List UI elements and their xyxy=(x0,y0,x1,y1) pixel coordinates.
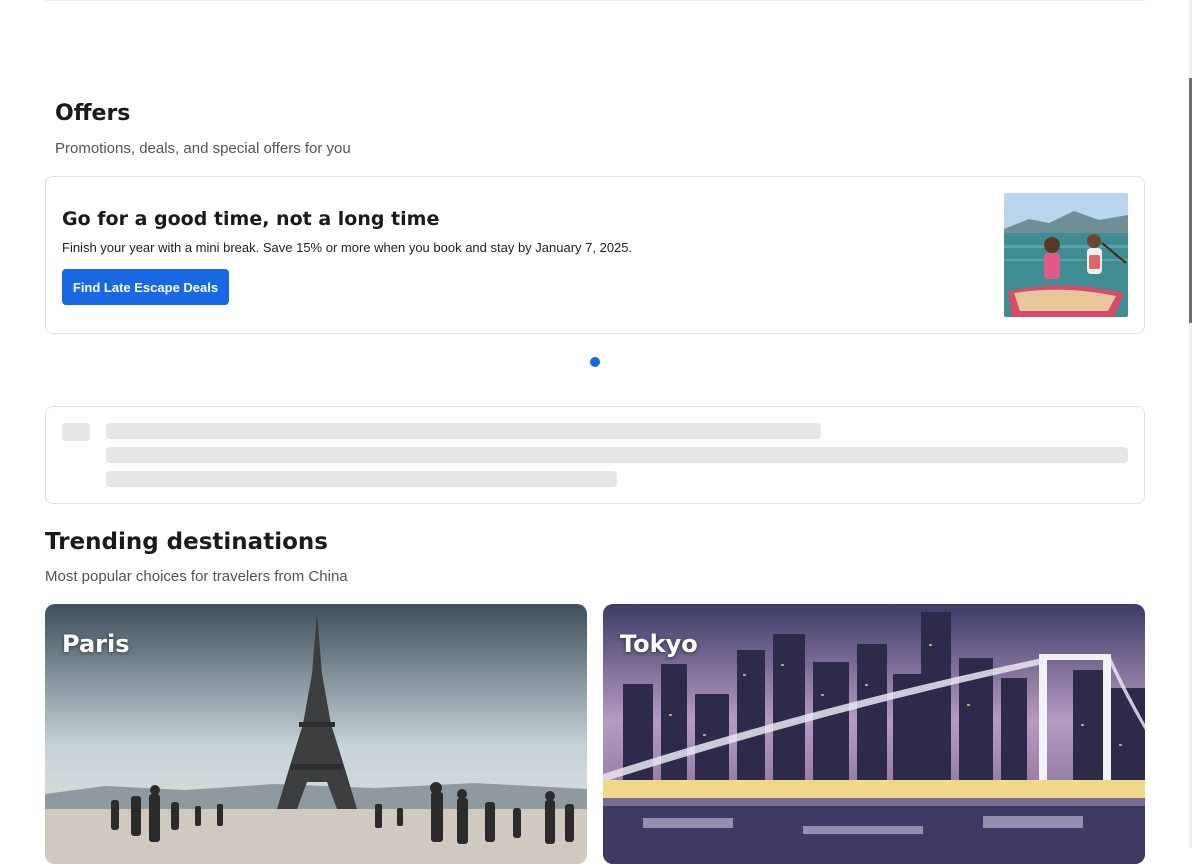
skeleton-line xyxy=(106,423,821,439)
destination-name: Tokyo xyxy=(620,630,698,658)
loading-placeholder-card xyxy=(45,406,1145,504)
offers-title: Offers xyxy=(55,101,131,126)
destination-card-tokyo[interactable]: Tokyo xyxy=(603,604,1145,864)
trending-title: Trending destinations xyxy=(45,529,328,555)
offer-image[interactable] xyxy=(1004,193,1128,317)
trending-subtitle: Most popular choices for travelers from … xyxy=(45,568,348,585)
destination-card-paris[interactable]: Paris xyxy=(45,604,587,864)
skeleton-line xyxy=(106,447,1128,463)
skeleton-icon xyxy=(62,423,90,441)
carousel-dot-active[interactable] xyxy=(590,357,600,367)
offer-description: Finish your year with a mini break. Save… xyxy=(62,240,633,255)
header-bar-edge xyxy=(45,0,1145,1)
offer-heading: Go for a good time, not a long time xyxy=(62,208,440,230)
offers-subtitle: Promotions, deals, and special offers fo… xyxy=(55,140,351,157)
destination-name: Paris xyxy=(62,630,130,658)
offer-card: Go for a good time, not a long time Fini… xyxy=(45,176,1145,334)
offer-photo xyxy=(1004,193,1128,317)
find-late-escape-deals-button[interactable]: Find Late Escape Deals xyxy=(62,269,229,305)
skeleton-line xyxy=(106,471,617,487)
